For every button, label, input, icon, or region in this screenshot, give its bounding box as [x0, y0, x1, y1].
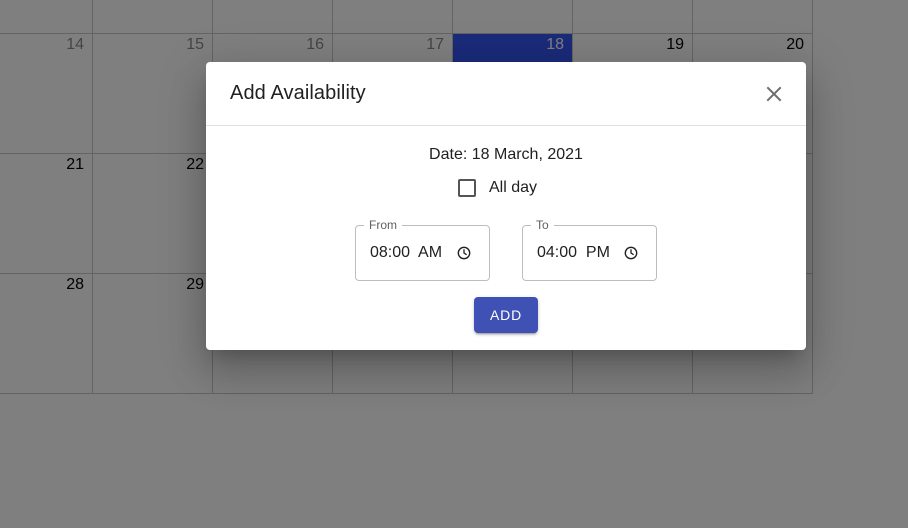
close-icon — [766, 86, 782, 102]
add-button[interactable]: ADD — [474, 297, 538, 333]
dialog-header: Add Availability — [206, 62, 806, 126]
date-value: 18 March, 2021 — [471, 146, 583, 163]
close-button[interactable] — [760, 80, 788, 108]
page: 141516171819202122232425262728293031 Add… — [0, 0, 908, 528]
date-line: Date: 18 March, 2021 — [206, 146, 806, 164]
all-day-label: All day — [489, 179, 538, 196]
clock-icon[interactable] — [624, 246, 638, 260]
clock-icon[interactable] — [457, 246, 471, 260]
from-time-value[interactable]: 08:00 AM — [370, 244, 442, 262]
all-day-checkbox[interactable] — [458, 179, 476, 197]
from-time-field[interactable]: From 08:00 AM — [355, 218, 490, 281]
to-label: To — [531, 218, 554, 232]
add-availability-dialog: Add Availability Date: 18 March, 2021 Al… — [206, 62, 806, 350]
to-time-value[interactable]: 04:00 PM — [537, 244, 610, 262]
dialog-title: Add Availability — [230, 82, 366, 104]
all-day-option[interactable]: All day — [458, 178, 537, 198]
to-time-field[interactable]: To 04:00 PM — [522, 218, 657, 281]
from-label: From — [364, 218, 402, 232]
date-label: Date: — [429, 146, 468, 163]
